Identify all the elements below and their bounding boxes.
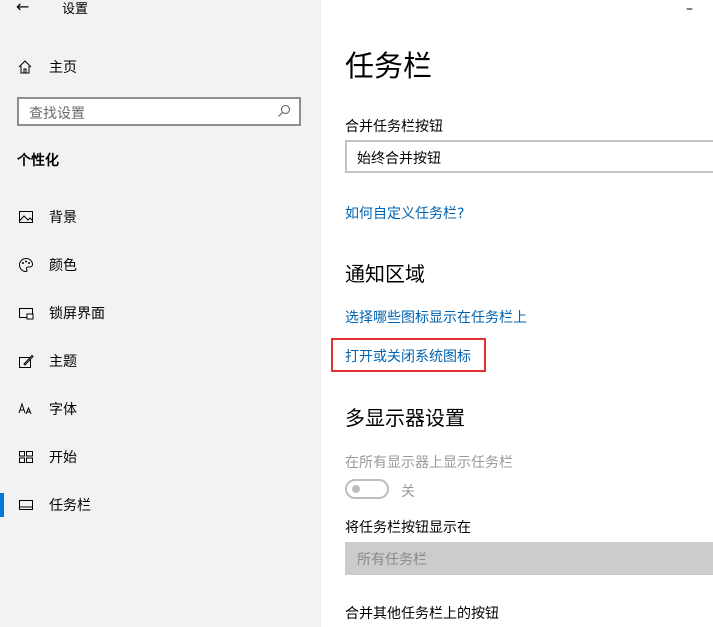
settings-sidebar: ← 设置 主页 查找设置 个性化 背景 颜色 锁屏界面 主题 字体 开始 任务栏 bbox=[0, 0, 321, 627]
sidebar-item-lock-screen[interactable]: 锁屏界面 bbox=[0, 295, 321, 331]
lock-screen-icon bbox=[17, 304, 35, 322]
show-buttons-on-value: 所有任务栏 bbox=[357, 552, 427, 568]
multi-display-heading: 多显示器设置 bbox=[345, 406, 465, 430]
sidebar-item-label: 锁屏界面 bbox=[49, 306, 105, 322]
customize-taskbar-link[interactable]: 如何自定义任务栏? bbox=[345, 203, 464, 223]
sidebar-item-label: 任务栏 bbox=[49, 498, 91, 514]
taskbar-settings-page: – 任务栏 合并任务栏按钮 始终合并按钮 如何自定义任务栏? 通知区域 选择哪些… bbox=[321, 0, 713, 627]
sidebar-item-label: 字体 bbox=[49, 402, 77, 418]
sidebar-item-start[interactable]: 开始 bbox=[0, 439, 321, 475]
home-icon bbox=[18, 60, 32, 74]
sidebar-item-themes[interactable]: 主题 bbox=[0, 343, 321, 379]
combine-buttons-value: 始终合并按钮 bbox=[357, 151, 441, 167]
sidebar-item-label: 主题 bbox=[49, 354, 77, 370]
sidebar-item-background[interactable]: 背景 bbox=[0, 199, 321, 235]
font-icon bbox=[17, 400, 35, 418]
show-on-all-displays-toggle[interactable] bbox=[345, 479, 389, 499]
show-on-all-displays-label: 在所有显示器上显示任务栏 bbox=[345, 455, 513, 471]
sidebar-item-colors[interactable]: 颜色 bbox=[0, 247, 321, 283]
theme-brush-icon bbox=[17, 352, 35, 370]
app-title: 设置 bbox=[62, 2, 89, 17]
select-icons-link[interactable]: 选择哪些图标显示在任务栏上 bbox=[345, 307, 527, 327]
title-bar: ← 设置 bbox=[0, 0, 321, 22]
show-buttons-on-dropdown[interactable]: 所有任务栏 bbox=[345, 542, 713, 575]
section-title: 个性化 bbox=[17, 153, 59, 169]
sidebar-item-home[interactable]: 主页 bbox=[17, 55, 77, 79]
arrow-left-icon: ← bbox=[16, 0, 30, 16]
picture-icon bbox=[17, 208, 35, 226]
sidebar-item-label: 开始 bbox=[49, 450, 77, 466]
palette-icon bbox=[17, 256, 35, 274]
home-label: 主页 bbox=[49, 60, 77, 76]
back-button[interactable]: ← bbox=[16, 0, 36, 18]
search-icon bbox=[278, 105, 290, 117]
sidebar-item-label: 背景 bbox=[49, 210, 77, 226]
combine-buttons-dropdown[interactable]: 始终合并按钮 bbox=[345, 140, 713, 173]
page-title: 任务栏 bbox=[345, 49, 433, 83]
search-input[interactable]: 查找设置 bbox=[17, 97, 301, 126]
show-buttons-on-label: 将任务栏按钮显示在 bbox=[345, 520, 471, 536]
combine-buttons-label: 合并任务栏按钮 bbox=[345, 119, 443, 135]
minimize-button[interactable]: – bbox=[686, 0, 693, 18]
sidebar-item-taskbar[interactable]: 任务栏 bbox=[0, 487, 321, 523]
toggle-state-text: 关 bbox=[401, 484, 415, 500]
notification-area-heading: 通知区域 bbox=[345, 262, 425, 286]
combine-other-label: 合并其他任务栏上的按钮 bbox=[345, 606, 499, 622]
search-placeholder: 查找设置 bbox=[29, 106, 85, 122]
sidebar-item-fonts[interactable]: 字体 bbox=[0, 391, 321, 427]
start-tiles-icon bbox=[17, 448, 35, 466]
taskbar-icon bbox=[17, 496, 35, 514]
toggle-knob bbox=[352, 485, 360, 493]
sidebar-item-label: 颜色 bbox=[49, 258, 77, 274]
selected-indicator bbox=[0, 493, 4, 517]
highlight-annotation-box bbox=[331, 338, 486, 372]
